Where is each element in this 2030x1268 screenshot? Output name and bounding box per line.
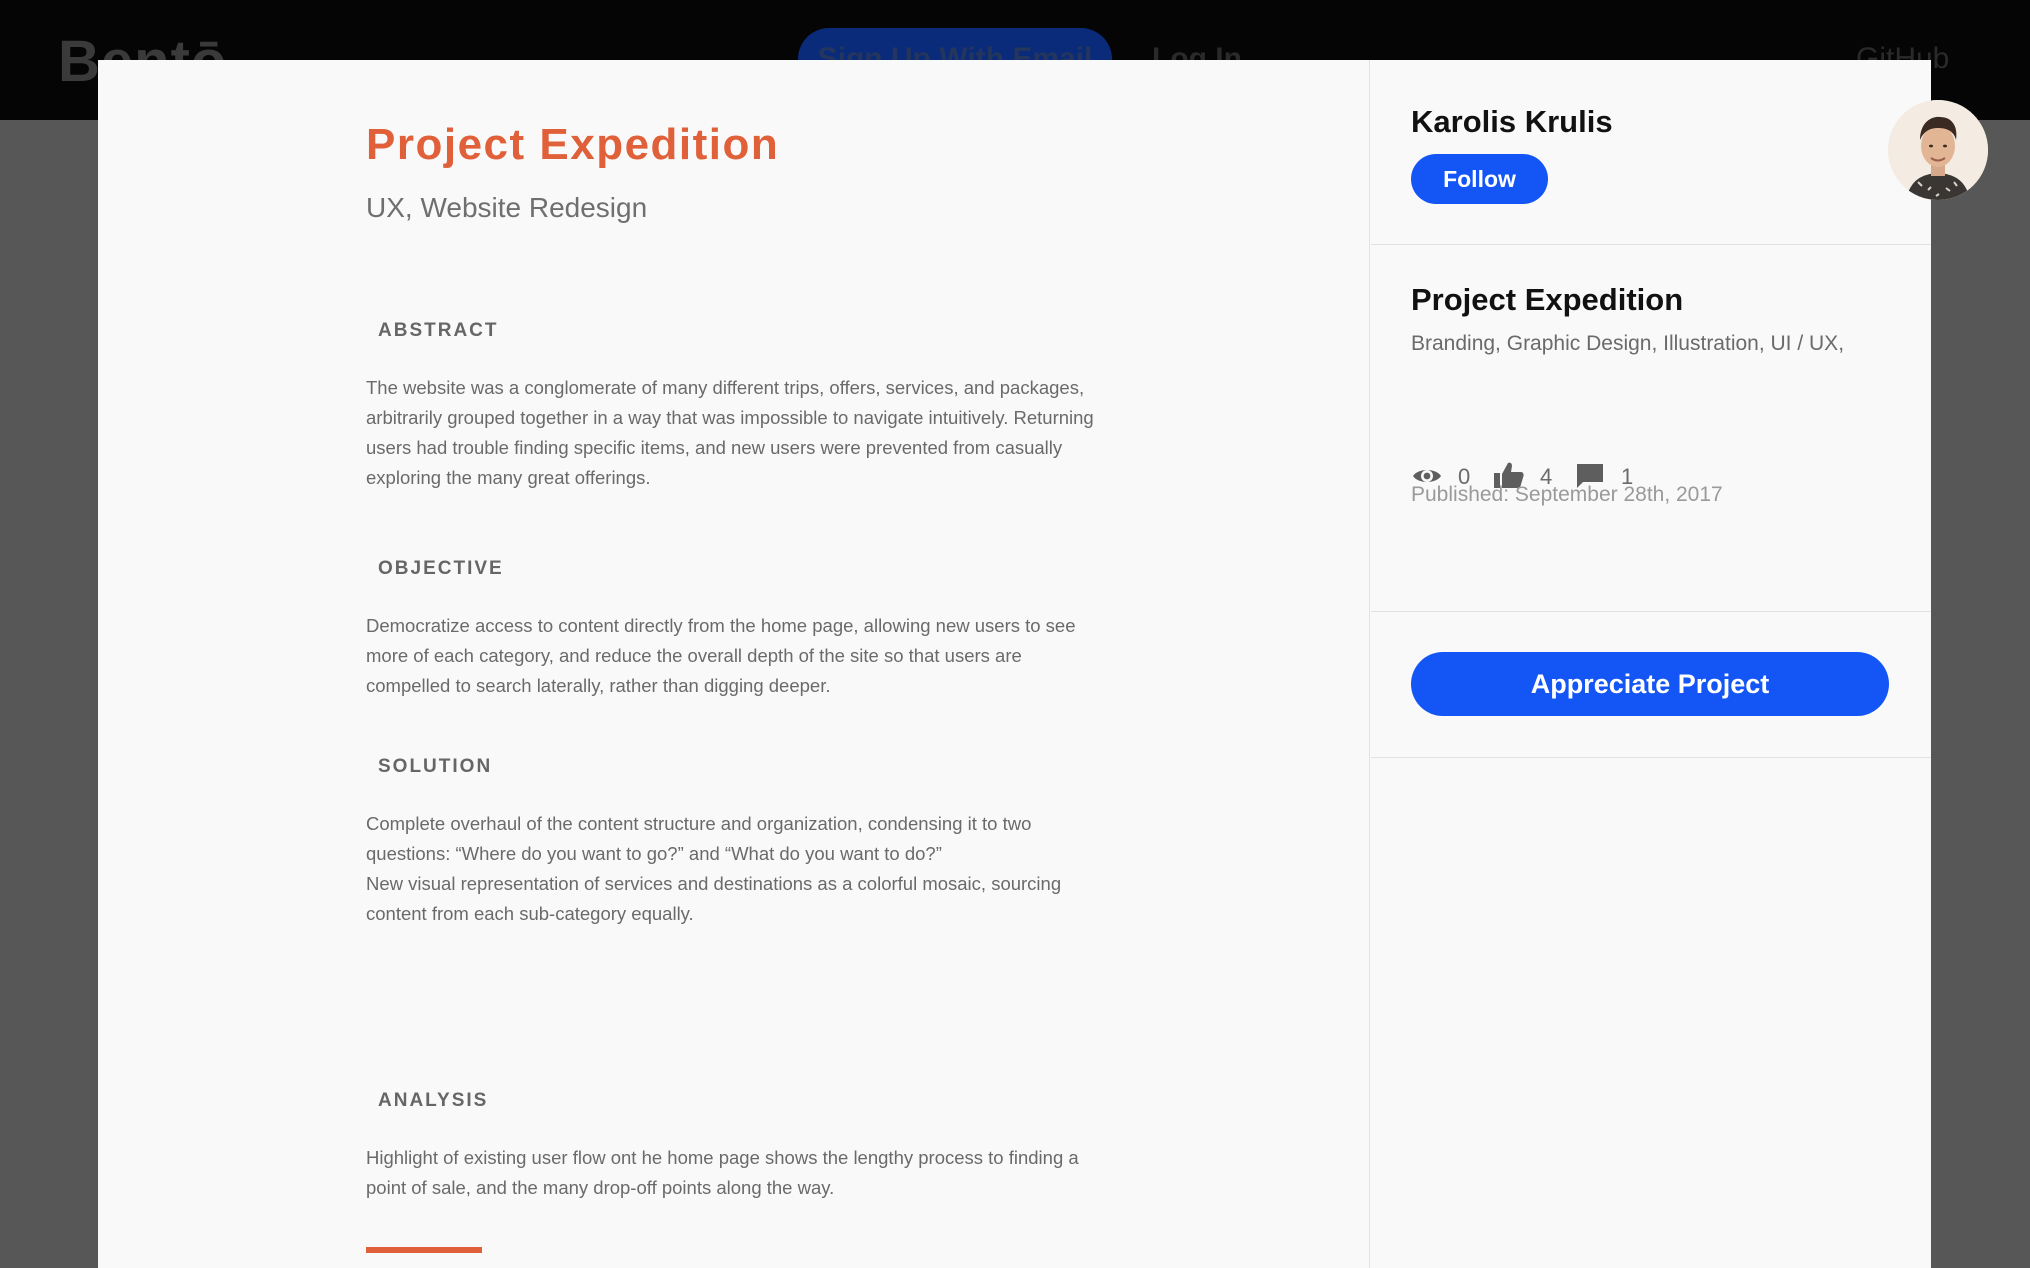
section-heading-abstract: ABSTRACT	[378, 320, 499, 341]
section-paragraph: Complete overhaul of the content structu…	[366, 813, 1032, 864]
section-heading-solution: SOLUTION	[378, 756, 493, 777]
author-name[interactable]: Karolis Krulis	[1411, 104, 1613, 140]
author-avatar[interactable]	[1888, 100, 1988, 200]
section-text-analysis: Highlight of existing user flow ont he h…	[366, 1143, 1106, 1203]
section-paragraph: The website was a conglomerate of many d…	[366, 377, 1094, 488]
author-block: Karolis Krulis Follow	[1371, 60, 1988, 245]
section-heading-objective: OBJECTIVE	[378, 558, 504, 579]
section-text-solution: Complete overhaul of the content structu…	[366, 809, 1106, 929]
section-paragraph: Democratize access to content directly f…	[366, 615, 1076, 696]
appreciate-block: Appreciate Project	[1371, 612, 1931, 758]
section-paragraph: New visual representation of services an…	[366, 873, 1062, 924]
appreciate-project-button[interactable]: Appreciate Project	[1411, 652, 1889, 716]
section-text-abstract: The website was a conglomerate of many d…	[366, 373, 1106, 493]
project-modal: Project Expedition UX, Website Redesign …	[98, 60, 1988, 1268]
project-content-panel: Project Expedition UX, Website Redesign …	[98, 60, 1370, 1268]
project-subtitle: UX, Website Redesign	[366, 192, 648, 223]
published-date: Published: September 28th, 2017	[1411, 483, 1723, 506]
project-title: Project Expedition	[366, 120, 780, 169]
section-divider	[366, 1247, 482, 1253]
section-heading-analysis: ANALYSIS	[378, 1090, 489, 1111]
avatar-image	[1888, 100, 1988, 200]
section-paragraph: Highlight of existing user flow ont he h…	[366, 1147, 1079, 1198]
section-text-objective: Democratize access to content directly f…	[366, 611, 1106, 701]
project-sidebar: Karolis Krulis Follow Project Expedition…	[1371, 60, 1988, 1268]
follow-button[interactable]: Follow	[1411, 154, 1548, 204]
project-tags: Branding, Graphic Design, Illustration, …	[1411, 332, 1845, 355]
sidebar-project-title: Project Expedition	[1411, 282, 1684, 317]
